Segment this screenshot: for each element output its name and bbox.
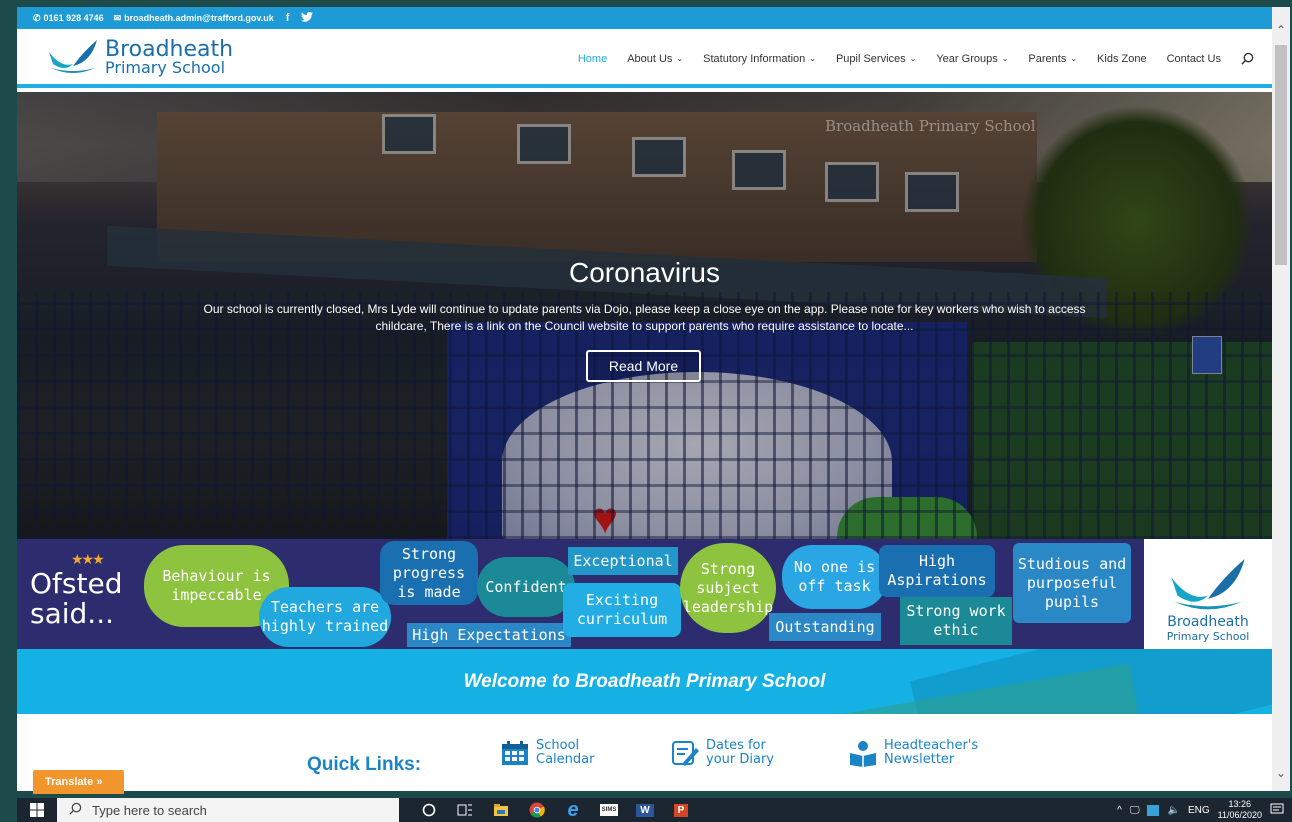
chrome-icon[interactable] [519, 798, 555, 822]
slide-title: Coronavirus [569, 257, 720, 288]
sims-icon[interactable]: SIMS [591, 798, 627, 822]
ofsted-heading: Ofsted said... [30, 567, 123, 630]
chevron-down-icon: ⌄ [909, 54, 917, 63]
notification-icon[interactable] [1270, 803, 1284, 818]
nav-home[interactable]: Home [578, 53, 607, 65]
search-icon[interactable] [1241, 52, 1254, 65]
wing-logo-icon [49, 40, 97, 73]
ofsted-quote: No one is off task [782, 545, 887, 609]
cortana-icon[interactable] [411, 798, 447, 822]
hero-slider: ♥ Broadheath Primary School Coronavirus … [17, 92, 1272, 539]
phone-icon: ✆ [33, 12, 41, 23]
chevron-down-icon: ⌄ [1001, 54, 1009, 63]
ofsted-quote: Strong progress is made [380, 541, 478, 605]
welcome-heading: Welcome to Broadheath Primary School [463, 671, 826, 692]
chevron-down-icon: ⌄ [1070, 54, 1078, 63]
ofsted-quote: Teachers are highly trained [259, 587, 391, 647]
site-logo[interactable]: Broadheath Primary School [47, 38, 233, 76]
wing-logo-icon [1171, 559, 1245, 610]
chevron-down-icon: ⌄ [809, 54, 816, 63]
ofsted-quote: High Expectations [407, 623, 571, 647]
chevron-up-icon[interactable]: ^ [1117, 805, 1122, 816]
stars-icon: ★★★ [71, 551, 105, 567]
ofsted-quote: Exciting curriculum [563, 583, 681, 637]
read-more-button[interactable]: Read More [586, 350, 701, 382]
windows-start-icon[interactable] [17, 798, 57, 822]
network-icon[interactable]: 🖵 [1130, 805, 1140, 816]
task-view-icon[interactable] [447, 798, 483, 822]
taskbar-search-box[interactable]: Type here to search [57, 798, 399, 822]
twitter-icon[interactable] [301, 11, 314, 25]
file-explorer-icon[interactable] [483, 798, 519, 822]
ofsted-banner: ★★★ Ofsted said... Behaviour is impeccab… [17, 539, 1272, 649]
chevron-down-icon: ⌄ [676, 54, 684, 63]
ofsted-quote: Studious and purposeful pupils [1013, 543, 1131, 623]
main-nav: Home About Us ⌄ Statutory Information ⌄ Pu… [578, 52, 1254, 65]
powerpoint-icon[interactable]: P [663, 798, 699, 822]
quick-link-school-calendar[interactable]: School Calendar [499, 738, 594, 768]
edge-icon[interactable]: e [555, 798, 591, 822]
ofsted-quote: Exceptional [568, 547, 678, 575]
email-link[interactable]: ✉ broadheath.admin@trafford.gov.uk [114, 13, 274, 24]
quick-links-section: Quick Links: School Calendar Dates for you… [17, 714, 1272, 791]
diary-icon [669, 738, 701, 768]
app-tray-icon[interactable] [1147, 804, 1160, 816]
speaker-icon[interactable]: 🔈 [1167, 805, 1179, 816]
scrollbar-thumb[interactable] [1275, 45, 1287, 265]
contact-bar: ✆ 0161 928 4746 ✉ broadheath.admin@traffor… [17, 7, 1272, 29]
reader-icon [847, 738, 879, 768]
nav-statutory-information[interactable]: Statutory Information ⌄ [703, 53, 816, 65]
ofsted-quote: Confident [477, 557, 575, 617]
calendar-icon [499, 738, 531, 768]
word-icon[interactable]: W [627, 798, 663, 822]
phone-link[interactable]: ✆ 0161 928 4746 [33, 13, 104, 24]
welcome-banner: Welcome to Broadheath Primary School [17, 649, 1272, 714]
ofsted-quote: Strong work ethic [900, 597, 1012, 645]
logo-subtitle: Primary School [105, 57, 226, 77]
translate-button[interactable]: Translate » [33, 770, 124, 794]
quick-links-heading: Quick Links: [307, 754, 422, 775]
ofsted-school-logo: Broadheath Primary School [1144, 539, 1272, 649]
quick-link-headteacher-newsletter[interactable]: Headteacher's Newsletter [847, 738, 978, 768]
nav-kids-zone[interactable]: Kids Zone [1097, 53, 1147, 65]
search-icon [69, 802, 82, 818]
ofsted-quote: Outstanding [769, 613, 881, 641]
browser-viewport: ✆ 0161 928 4746 ✉ broadheath.admin@traffor… [17, 7, 1290, 791]
scroll-down-icon[interactable]: ⌄ [1272, 764, 1290, 782]
ofsted-quote: High Aspirations [879, 545, 995, 597]
ofsted-quote: Strong subject leadership [680, 543, 776, 633]
taskbar-search-placeholder: Type here to search [92, 802, 207, 818]
windows-taskbar: Type here to search e SIMS W P ^ 🖵 🔈 ENG… [17, 798, 1292, 822]
system-tray: ^ 🖵 🔈 ENG 13:26 11/06/2020 [1117, 798, 1284, 822]
nav-parents[interactable]: Parents ⌄ [1028, 53, 1077, 65]
logo-title: Broadheath [105, 36, 234, 62]
facebook-icon[interactable]: f [286, 12, 290, 24]
slide-description: Our school is currently closed, Mrs Lyde… [203, 302, 1086, 333]
clock[interactable]: 13:26 11/06/2020 [1218, 799, 1262, 821]
nav-about-us[interactable]: About Us ⌄ [627, 53, 683, 65]
nav-contact-us[interactable]: Contact Us [1167, 53, 1221, 65]
nav-pupil-services[interactable]: Pupil Services ⌄ [836, 53, 916, 65]
page-scrollbar[interactable]: ⌃ ⌄ [1272, 7, 1290, 791]
email-icon: ✉ [113, 12, 122, 23]
site-header: Broadheath Primary School Home About Us ⌄… [17, 29, 1272, 88]
scroll-up-icon[interactable]: ⌃ [1272, 21, 1290, 39]
nav-year-groups[interactable]: Year Groups ⌄ [936, 53, 1008, 65]
quick-link-dates-for-diary[interactable]: Dates for your Diary [669, 738, 774, 768]
language-indicator[interactable]: ENG [1188, 805, 1210, 816]
